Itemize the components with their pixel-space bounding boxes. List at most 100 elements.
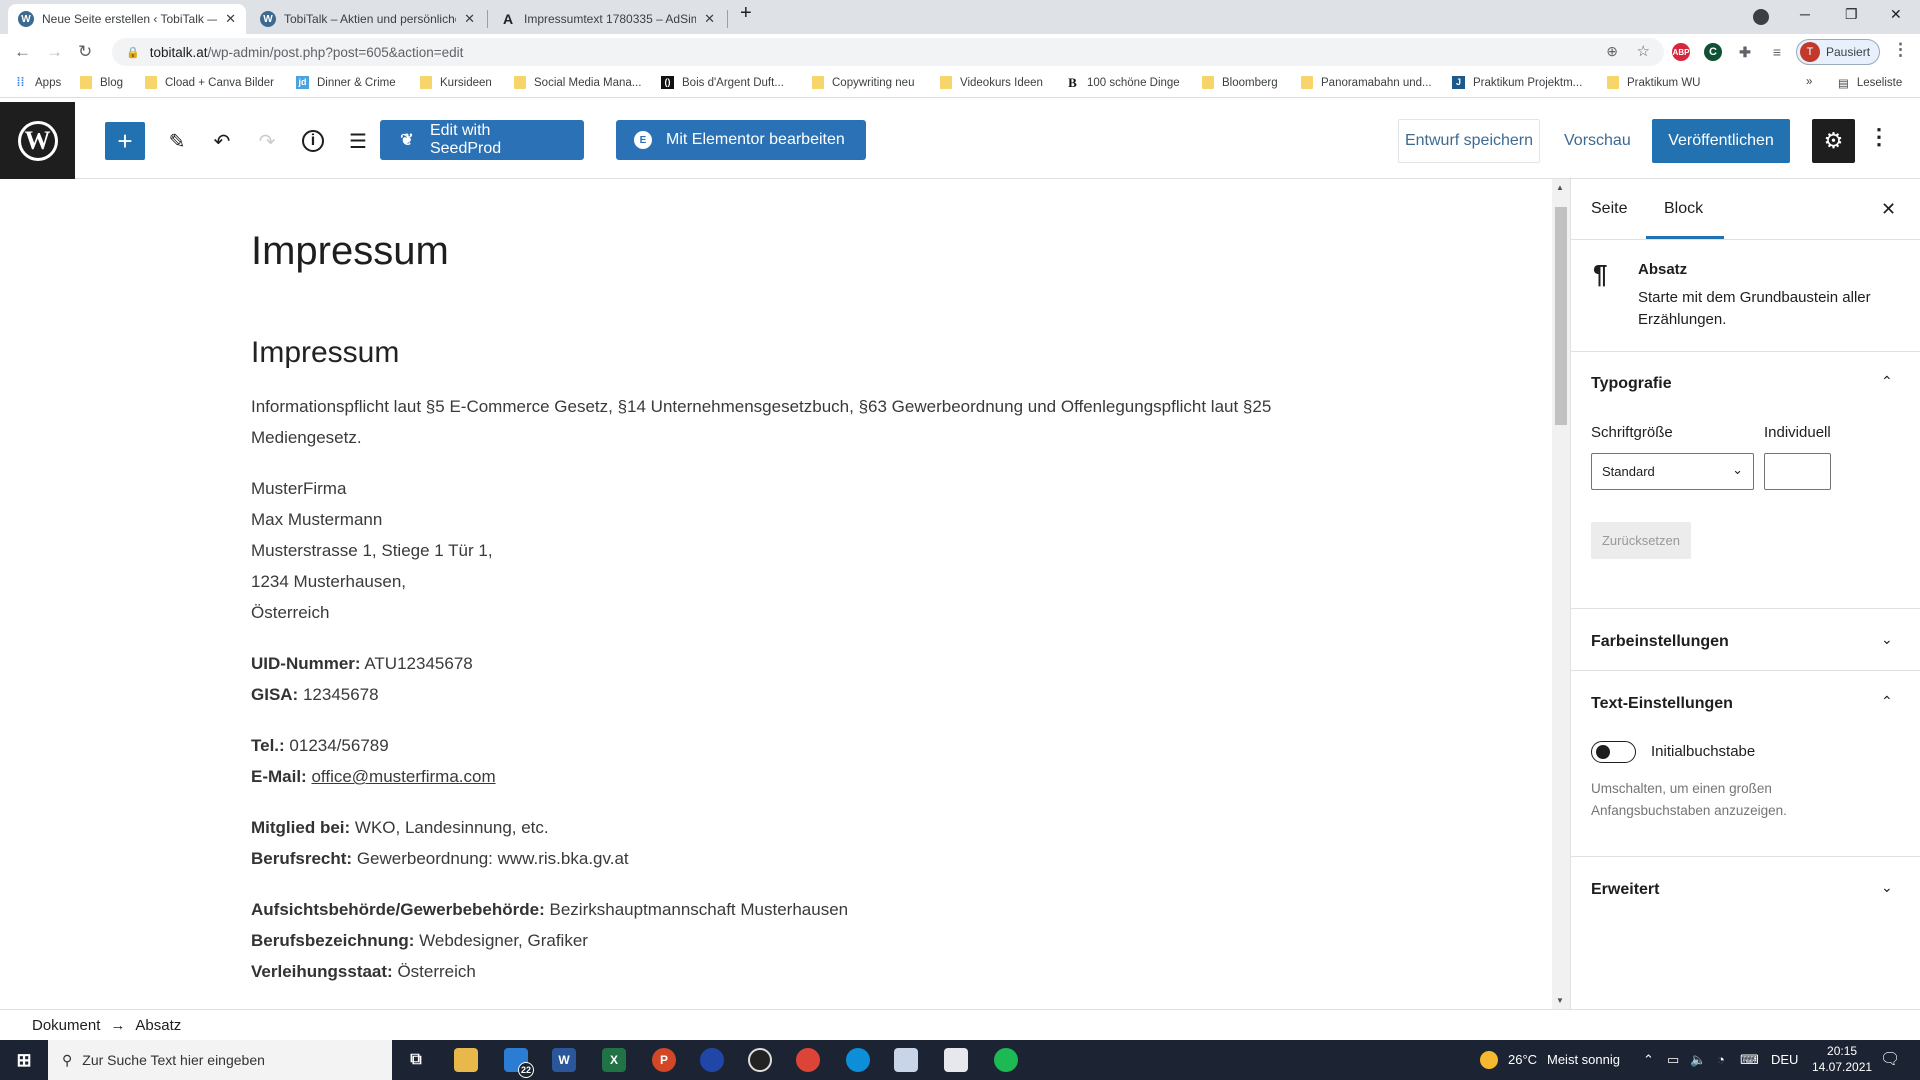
bookmark-item[interactable]: J Praktikum Projektm... (1452, 76, 1582, 89)
chevron-up-icon[interactable]: ⌃ (1881, 373, 1893, 390)
weather-temp[interactable]: 26°C (1508, 1052, 1537, 1067)
address-block[interactable]: MusterFirma Max Mustermann Musterstrasse… (251, 473, 1301, 628)
language-indicator[interactable]: DEU (1771, 1052, 1798, 1067)
weather-text[interactable]: Meist sonnig (1547, 1052, 1620, 1067)
tab-block[interactable]: Block (1664, 179, 1703, 239)
advanced-panel-title[interactable]: Erweitert (1591, 881, 1659, 899)
tab-search-icon[interactable] (1753, 9, 1769, 25)
close-sidebar-icon[interactable]: ✕ (1881, 179, 1896, 239)
grammarly-extension-icon[interactable]: C (1704, 43, 1722, 61)
contact-block[interactable]: Tel.: 01234/56789 E-Mail: office@musterf… (251, 730, 1301, 792)
spotify-icon[interactable] (994, 1048, 1018, 1072)
bookmark-item[interactable]: Praktikum WU (1607, 76, 1700, 89)
notifications-icon[interactable]: 🗨 (1880, 1049, 1900, 1069)
bookmark-item[interactable]: Bloomberg (1202, 76, 1278, 89)
list-view-icon[interactable]: ☰ (345, 122, 371, 160)
scrollbar-thumb[interactable] (1555, 207, 1567, 425)
publish-button[interactable]: Veröffentlichen (1652, 119, 1790, 163)
close-tab-icon[interactable]: ✕ (464, 11, 475, 27)
reset-button[interactable]: Zurücksetzen (1591, 522, 1691, 559)
zoom-icon[interactable]: ⊕ (1606, 43, 1618, 60)
chevron-up-icon[interactable]: ⌃ (1881, 693, 1893, 710)
registration-block[interactable]: UID-Nummer: ATU12345678 GISA: 12345678 (251, 648, 1301, 710)
editor-canvas[interactable]: Impressum Impressum Informationspflicht … (0, 179, 1552, 1009)
reading-list-button[interactable]: ▤ Leseliste (1838, 76, 1902, 90)
edge-icon[interactable] (846, 1048, 870, 1072)
save-draft-button[interactable]: Entwurf speichern (1398, 119, 1540, 163)
restore-icon[interactable]: ❐ (1845, 6, 1858, 23)
more-options-icon[interactable]: ⋮ (1868, 124, 1890, 150)
paragraph-block[interactable]: Informationspflicht laut §5 E-Commerce G… (251, 391, 1301, 453)
browser-tab[interactable]: W TobiTalk – Aktien und persönliche ✕ (250, 4, 485, 34)
volume-icon[interactable]: 🔈 (1690, 1052, 1706, 1068)
url-input[interactable]: 🔒 tobitalk.at/wp-admin/post.php?post=605… (112, 38, 1664, 66)
tools-pencil-icon[interactable]: ✎ (165, 122, 189, 160)
wordpress-logo-button[interactable]: W (0, 102, 75, 179)
obs-icon[interactable] (748, 1048, 772, 1072)
clock[interactable]: 20:15 14.07.2021 (1812, 1043, 1872, 1075)
scroll-up-icon[interactable]: ▲ (1556, 183, 1564, 192)
bookmark-apps[interactable]: ⁞⁞ Apps (14, 76, 62, 89)
bookmark-item[interactable]: Videokurs Ideen (940, 76, 1043, 89)
forward-icon[interactable]: → (46, 42, 63, 62)
bookmark-item[interactable]: Panoramabahn und... (1301, 76, 1432, 89)
undo-icon[interactable]: ↶ (210, 122, 234, 160)
windows-start-icon[interactable]: ⊞ (12, 1048, 36, 1072)
add-block-button[interactable]: + (105, 122, 145, 160)
color-settings-panel-title[interactable]: Farbeinstellungen (1591, 633, 1729, 651)
chrome-menu-icon[interactable]: ⋮ (1892, 40, 1909, 60)
bookmark-item[interactable]: () Bois d'Argent Duft... (661, 76, 784, 89)
close-tab-icon[interactable]: ✕ (704, 11, 715, 27)
bookmark-star-icon[interactable]: ☆ (1637, 42, 1650, 60)
excel-icon[interactable]: X (602, 1048, 626, 1072)
chrome-icon[interactable] (796, 1048, 820, 1072)
profile-button[interactable]: T Pausiert (1796, 39, 1880, 65)
bookmark-item[interactable]: jd Dinner & Crime (296, 76, 396, 89)
bookmark-item[interactable]: Blog (80, 76, 123, 89)
app-icon[interactable] (894, 1048, 918, 1072)
editor-scrollbar[interactable]: ▲ ▼ (1552, 179, 1570, 1009)
tray-expand-icon[interactable]: ⌃ (1643, 1052, 1654, 1068)
powerpoint-icon[interactable]: P (652, 1048, 676, 1072)
heading-block[interactable]: Impressum (251, 335, 1301, 371)
media-control-icon[interactable]: ≡ (1768, 43, 1786, 61)
details-info-icon[interactable]: i (300, 122, 326, 160)
adblock-extension-icon[interactable]: ABP (1672, 43, 1690, 61)
bookmarks-overflow-button[interactable]: » (1806, 76, 1812, 88)
bookmark-item[interactable]: Copywriting neu (812, 76, 914, 89)
breadcrumb-current[interactable]: Absatz (135, 1017, 181, 1034)
taskbar-search[interactable]: ⚲ Zur Suche Text hier eingeben (48, 1040, 392, 1080)
reload-icon[interactable]: ↻ (78, 42, 92, 62)
network-icon[interactable]: ◔ (1717, 1052, 1725, 1067)
redo-icon[interactable]: ↷ (255, 122, 279, 160)
file-explorer-icon[interactable] (454, 1048, 478, 1072)
post-title[interactable]: Impressum (251, 227, 1301, 275)
mail-icon[interactable]: 22 (504, 1048, 534, 1078)
dropcap-toggle[interactable] (1591, 741, 1636, 763)
email-link[interactable]: office@musterfirma.com (311, 767, 495, 786)
close-tab-icon[interactable]: ✕ (225, 11, 236, 27)
chevron-down-icon[interactable]: ⌄ (1881, 631, 1893, 648)
weather-icon[interactable] (1480, 1051, 1498, 1069)
word-icon[interactable]: W (552, 1048, 576, 1072)
font-size-select[interactable]: Standard ⌄ (1591, 453, 1754, 490)
custom-font-size-input[interactable] (1764, 453, 1831, 490)
minimize-icon[interactable]: ─ (1800, 6, 1810, 22)
close-window-icon[interactable]: ✕ (1890, 6, 1902, 23)
keyboard-icon[interactable]: ⌨ (1740, 1052, 1759, 1068)
text-settings-panel-title[interactable]: Text-Einstellungen (1591, 695, 1733, 713)
breadcrumb-document[interactable]: Dokument (32, 1017, 100, 1034)
preview-button[interactable]: Vorschau (1554, 119, 1641, 163)
browser-tab[interactable]: W Neue Seite erstellen ‹ TobiTalk — ✕ (8, 4, 246, 34)
scroll-down-icon[interactable]: ▼ (1556, 996, 1564, 1005)
back-icon[interactable]: ← (14, 42, 31, 62)
tab-page[interactable]: Seite (1591, 179, 1627, 239)
bookmark-item[interactable]: Kursideen (420, 76, 492, 89)
bookmark-item[interactable]: B 100 schöne Dinge (1066, 76, 1180, 89)
edit-with-elementor-button[interactable]: E Mit Elementor bearbeiten (616, 120, 866, 160)
browser-tab[interactable]: A Impressumtext 1780335 – AdSim ✕ (490, 4, 725, 34)
membership-block[interactable]: Mitglied bei: WKO, Landesinnung, etc. Be… (251, 812, 1301, 874)
edit-with-seedprod-button[interactable]: ❦ Edit with SeedProd (380, 120, 584, 160)
chevron-down-icon[interactable]: ⌄ (1881, 879, 1893, 896)
document-app-icon[interactable] (944, 1048, 968, 1072)
